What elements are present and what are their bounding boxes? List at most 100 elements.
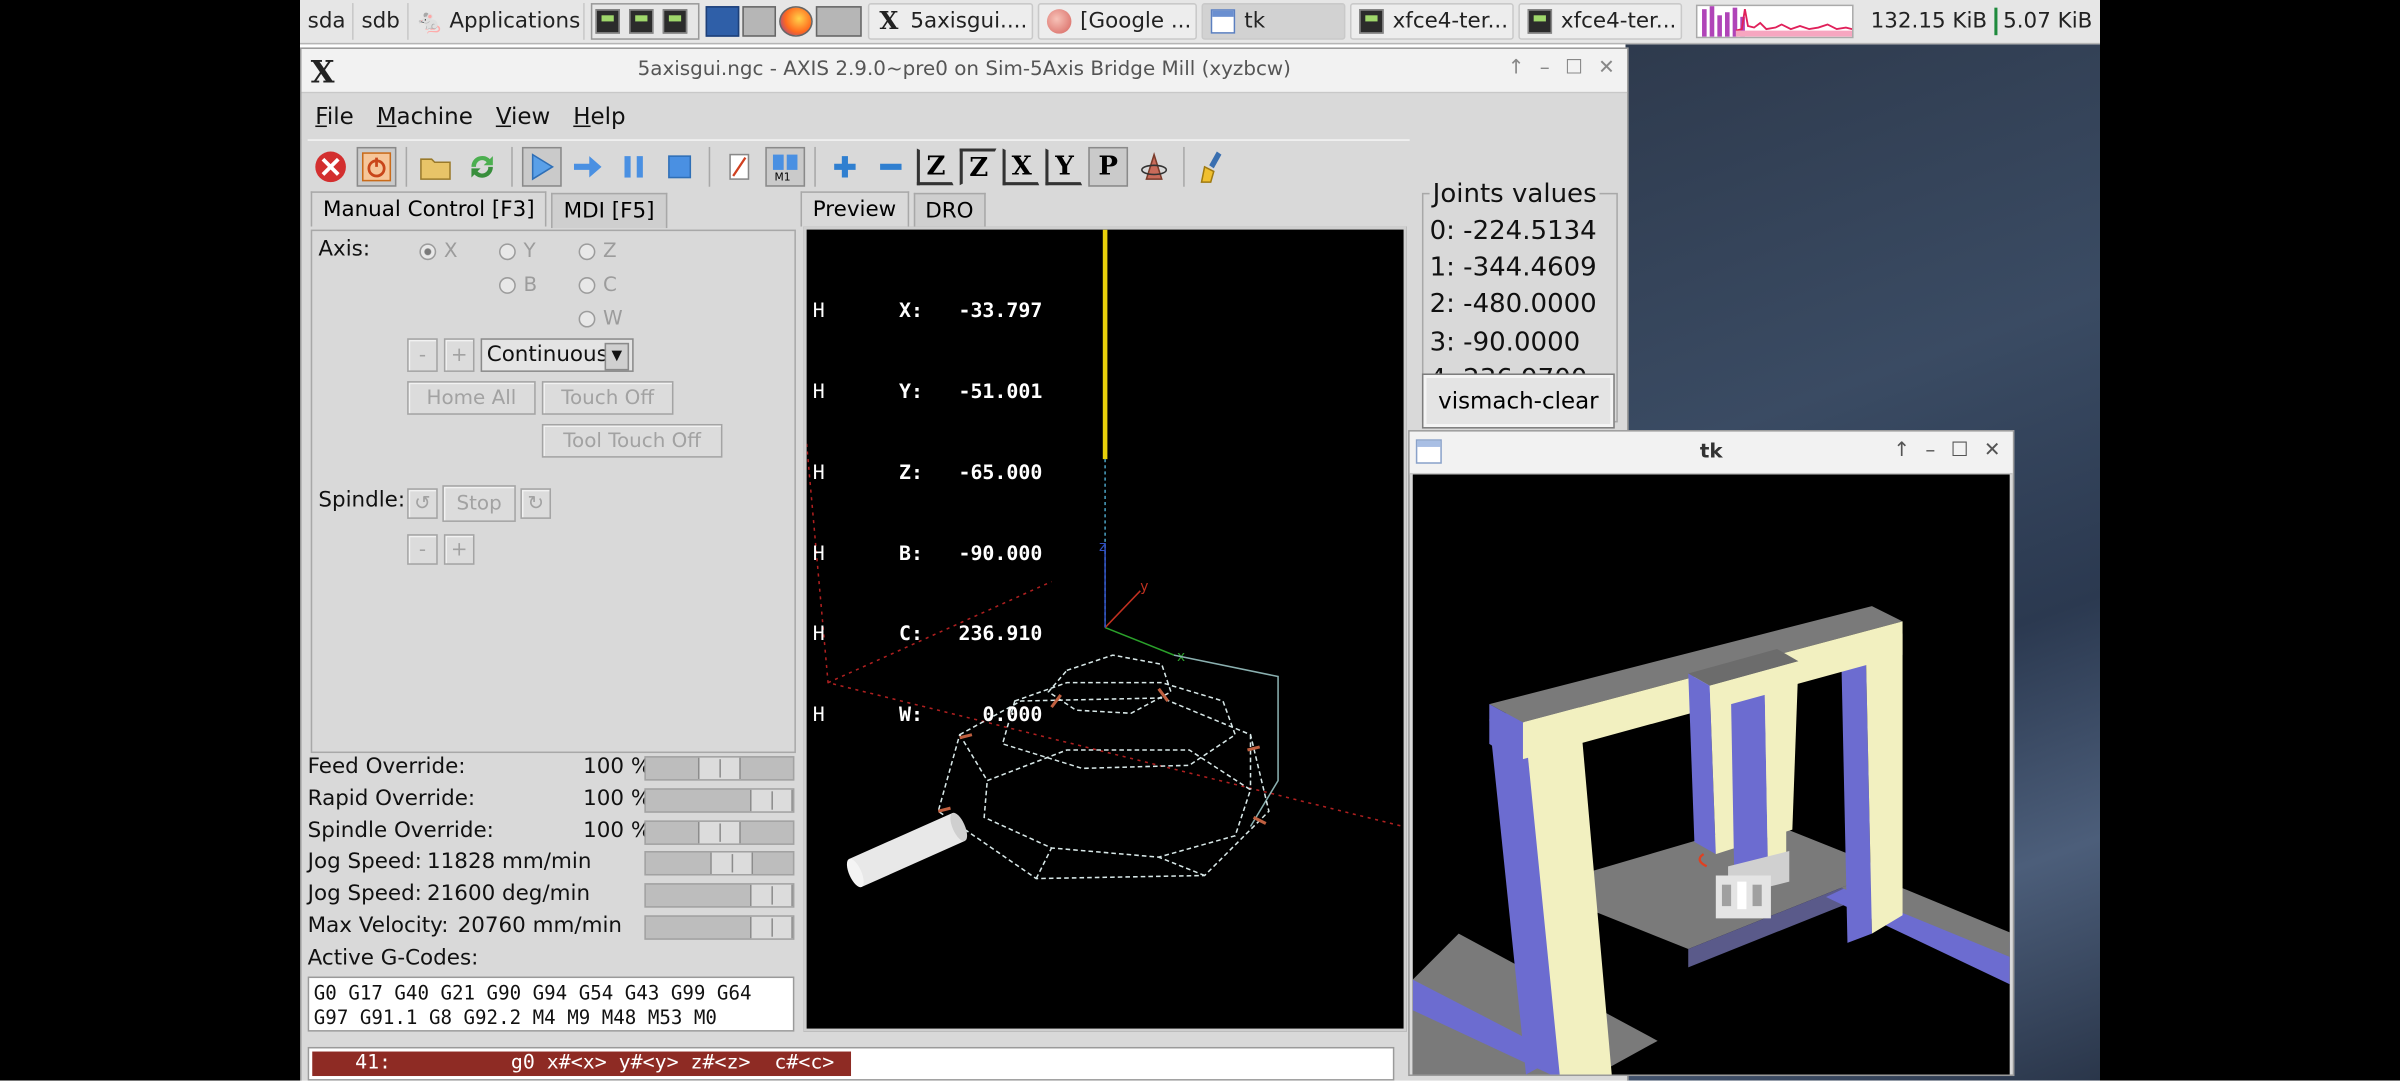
workspace-1[interactable] (705, 6, 739, 37)
menu-file[interactable]: File (302, 103, 363, 131)
axis-radio-b[interactable]: B (498, 274, 537, 297)
terminal-launcher-icon[interactable] (629, 9, 655, 34)
firefox-icon[interactable] (778, 6, 813, 37)
terminal-icon (1527, 9, 1552, 34)
slider-thumb[interactable] (749, 789, 793, 812)
view-y-icon[interactable]: Y (1045, 148, 1083, 186)
net-up-label: 5.07 KiB (2003, 9, 2093, 34)
axis-radio-w[interactable]: W (578, 308, 623, 331)
view-z2-icon[interactable]: Z (959, 148, 997, 186)
joint-2: 2: -480.0000 (1429, 289, 1597, 320)
tab-dro[interactable]: DRO (913, 192, 986, 229)
estop-button[interactable] (311, 147, 351, 187)
slider-thumb[interactable] (749, 916, 793, 939)
spindle-stop-button[interactable]: Stop (442, 485, 516, 522)
zoom-out-icon[interactable] (871, 147, 911, 187)
applications-menu[interactable]: 🐁 Applications (408, 3, 586, 40)
open-file-icon[interactable] (416, 147, 456, 187)
spindle-plus-button[interactable]: + (443, 534, 475, 565)
minimize-icon[interactable]: – (1925, 439, 1935, 462)
task-label: tk (1244, 9, 1266, 34)
menu-view[interactable]: View (482, 103, 559, 131)
tk-titlebar[interactable]: tk ↑ – ☐ ✕ (1409, 431, 2013, 475)
axis-radio-z[interactable]: Z (578, 240, 617, 263)
pause-icon[interactable] (614, 147, 654, 187)
feed-override-slider[interactable] (644, 756, 795, 781)
spindle-ccw-button[interactable]: ↺ (407, 488, 438, 519)
window-titlebar[interactable]: X 5axisgui.ngc - AXIS 2.9.0~pre0 on Sim-… (301, 48, 1628, 94)
feed-override-row: Feed Override: 100 % (308, 753, 798, 784)
task-google[interactable]: [Google ... (1037, 3, 1197, 40)
rapid-override-slider[interactable] (644, 788, 795, 813)
optional-stop-icon[interactable]: M1 (765, 146, 806, 187)
axis-radio-c[interactable]: C (578, 274, 617, 297)
vismach-clear-button[interactable]: vismach-clear (1421, 373, 1615, 429)
taskbar: sda sdb 🐁 Applications X 5axisgui.... [G… (299, 0, 2100, 45)
view-z-icon[interactable]: Z (916, 148, 954, 186)
slider-thumb[interactable] (749, 884, 793, 907)
minimize-icon[interactable]: – (1540, 57, 1550, 80)
block-delete-icon[interactable] (719, 147, 759, 187)
task-terminal-1[interactable]: xfce4-ter... (1349, 3, 1514, 40)
menu-help[interactable]: Help (560, 103, 635, 131)
stop-icon[interactable] (660, 147, 700, 187)
max-velocity-slider[interactable] (644, 915, 795, 940)
axis-radio-y[interactable]: Y (498, 240, 536, 263)
google-icon (1046, 9, 1071, 34)
tab-mdi[interactable]: MDI [F5] (551, 192, 667, 229)
program-listing[interactable]: 41: g0 x#<x> y#<y> z#<z> c#<c> (307, 1046, 1395, 1081)
spindle-override-slider[interactable] (644, 820, 795, 845)
task-tk[interactable]: tk (1201, 3, 1346, 40)
rotate-view-icon[interactable] (1134, 147, 1174, 187)
keep-above-icon[interactable]: ↑ (1893, 439, 1910, 462)
task-label: xfce4-ter... (1392, 9, 1509, 34)
clear-plot-icon[interactable] (1194, 147, 1234, 187)
run-icon[interactable] (521, 146, 562, 187)
jog-minus-button[interactable]: - (407, 338, 438, 372)
terminal-launcher-icon[interactable] (596, 9, 621, 34)
drive-sda[interactable]: sda (300, 3, 354, 40)
step-icon[interactable] (568, 147, 608, 187)
spindle-minus-button[interactable]: - (407, 534, 438, 565)
svg-text:z: z (1099, 539, 1106, 555)
task-terminal-2[interactable]: xfce4-ter... (1518, 3, 1682, 40)
axis-radio-x[interactable]: X (419, 240, 458, 263)
tool-touch-off-button[interactable]: Tool Touch Off (541, 423, 723, 458)
view-perspective-icon[interactable]: P (1088, 146, 1129, 187)
tab-preview[interactable]: Preview (800, 191, 909, 227)
terminal-launcher-icon[interactable] (663, 9, 688, 34)
slider-thumb[interactable] (710, 852, 754, 874)
slider-thumb[interactable] (697, 821, 741, 844)
feed-override-label: Feed Override: (307, 754, 466, 780)
vismach-canvas[interactable] (1412, 474, 2010, 1075)
close-icon[interactable]: ✕ (1984, 439, 2001, 462)
reload-icon[interactable] (462, 147, 502, 187)
feed-override-value: 100 % (583, 754, 652, 780)
zoom-in-icon[interactable] (825, 147, 865, 187)
slider-thumb[interactable] (697, 757, 741, 780)
jog-speed-linear-slider[interactable] (644, 851, 795, 876)
touch-off-button[interactable]: Touch Off (541, 381, 674, 415)
menu-machine[interactable]: Machine (363, 103, 482, 131)
keep-above-icon[interactable]: ↑ (1508, 57, 1525, 80)
task-axis[interactable]: X 5axisgui.... (867, 3, 1033, 40)
maximize-icon[interactable]: ☐ (1951, 439, 1969, 462)
view-x-icon[interactable]: X (1002, 148, 1040, 186)
active-gcodes-box[interactable]: G0 G17 G40 G21 G90 G94 G54 G43 G99 G64 G… (307, 976, 795, 1032)
toolpath-preview[interactable]: x y z H X: -33.797 H Y: -51.001 H Z: -65… (803, 226, 1407, 1032)
close-icon[interactable]: ✕ (1598, 57, 1615, 80)
workspace-4[interactable] (815, 6, 862, 37)
jog-mode-select[interactable]: Continuous ▼ (480, 338, 634, 372)
tab-manual-control[interactable]: Manual Control [F3] (310, 191, 547, 227)
machine-power-button[interactable] (356, 146, 397, 187)
net-up: 5.07 KiB (1992, 3, 2100, 40)
gcodes-line: G97 G91.1 G8 G92.2 M4 M9 M48 M53 M0 (313, 1005, 717, 1029)
workspace-2[interactable] (741, 6, 776, 37)
joint-1: 1: -344.4609 (1429, 252, 1597, 284)
jog-plus-button[interactable]: + (443, 338, 475, 372)
jog-speed-angular-slider[interactable] (644, 883, 795, 908)
spindle-cw-button[interactable]: ↻ (520, 488, 552, 519)
home-all-button[interactable]: Home All (407, 381, 536, 415)
maximize-icon[interactable]: ☐ (1565, 57, 1583, 80)
drive-sdb[interactable]: sdb (354, 3, 409, 40)
